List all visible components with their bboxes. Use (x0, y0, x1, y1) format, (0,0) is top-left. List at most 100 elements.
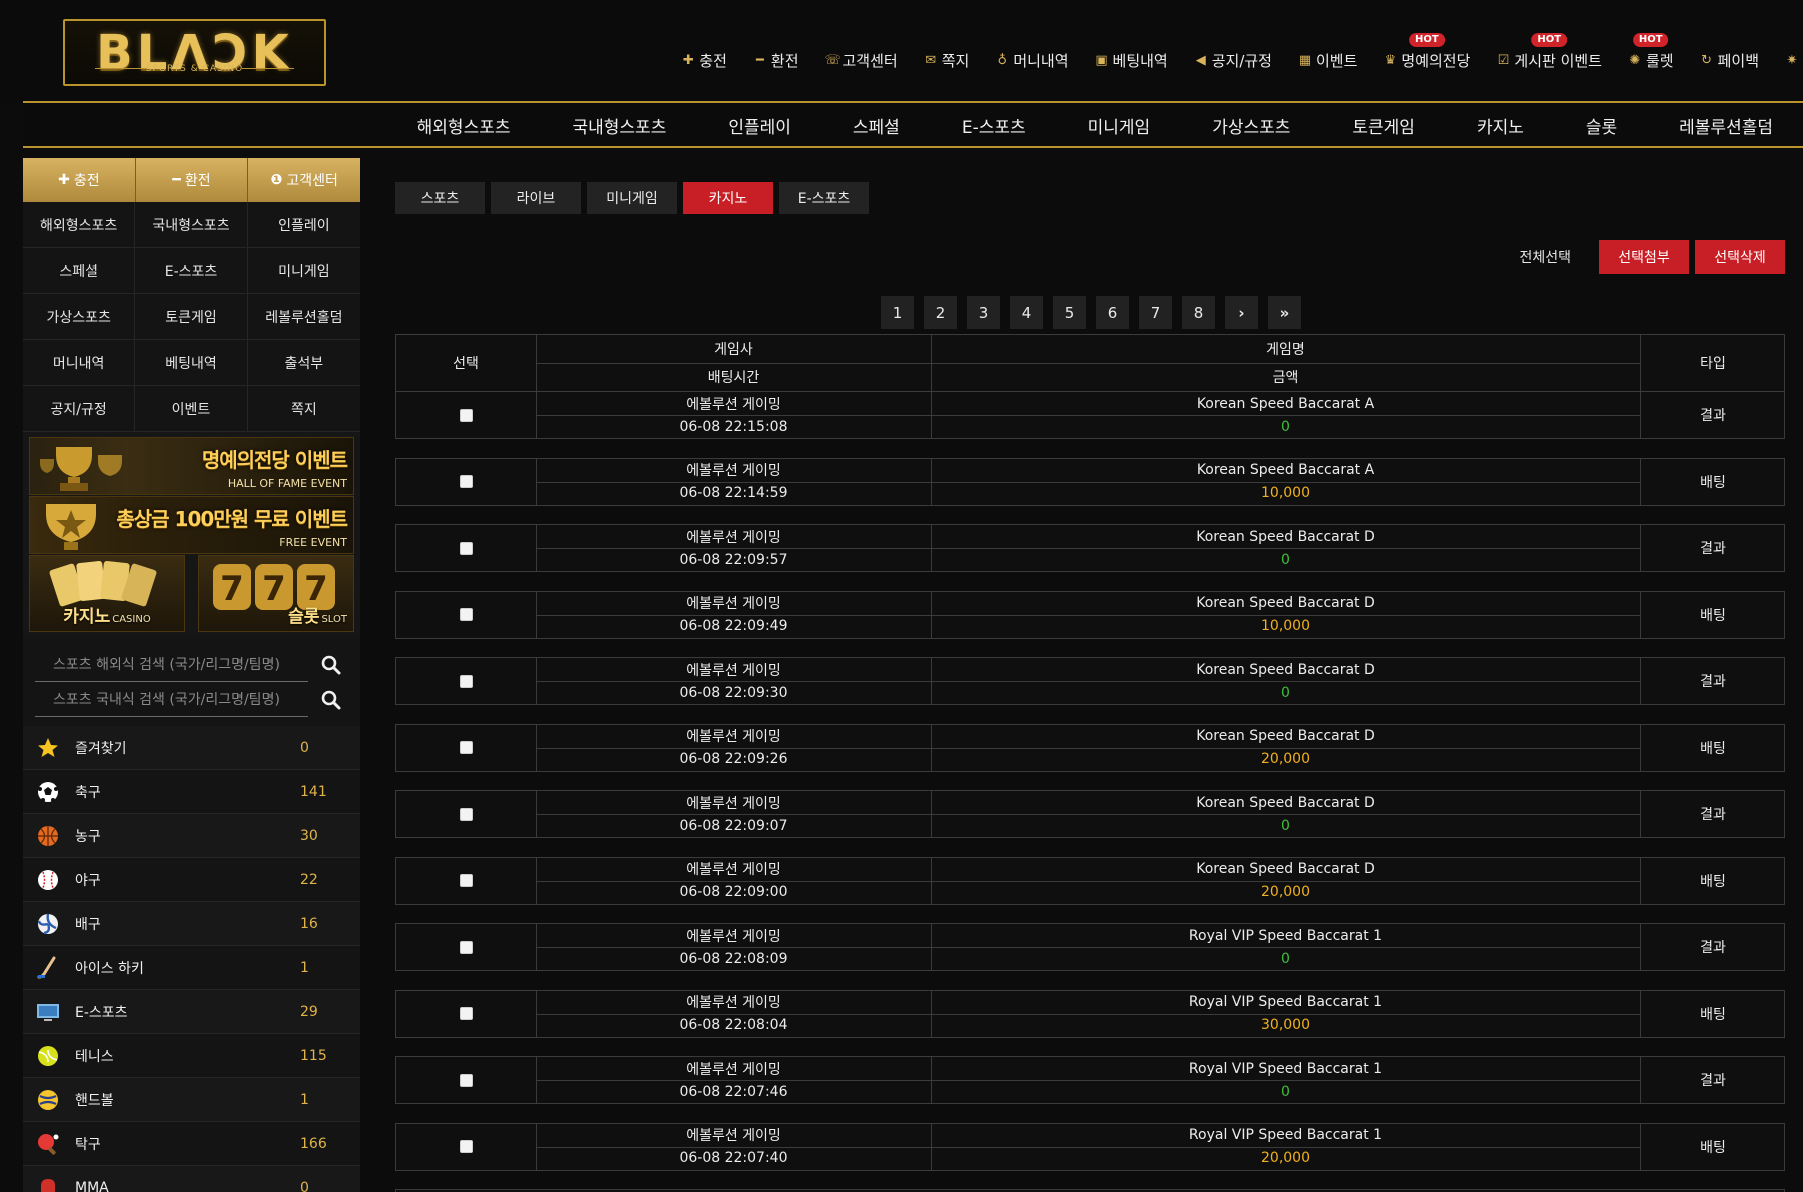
top-link-6[interactable]: ◀ 공지/규정 (1194, 50, 1272, 71)
page-button[interactable]: › (1225, 296, 1258, 329)
row-checkbox[interactable] (459, 874, 473, 887)
page-button[interactable]: 1 (881, 296, 914, 329)
sidebar-menu-item[interactable]: 출석부 (247, 340, 360, 386)
bet-amount: 0 (1281, 817, 1290, 834)
page-button[interactable]: 4 (1010, 296, 1043, 329)
tab-1[interactable]: 라이브 (491, 182, 581, 214)
top-link-8[interactable]: HOT ♛ 명예의전당 (1383, 32, 1471, 71)
sidebar-menu-item[interactable]: 해외형스포츠 (23, 202, 136, 248)
row-checkbox[interactable] (459, 807, 473, 821)
sidebar-button-0[interactable]: ✚ 충전 (23, 158, 136, 202)
tab-0[interactable]: 스포츠 (395, 182, 485, 214)
tab-4[interactable]: E-스포츠 (779, 182, 869, 214)
row-checkbox[interactable] (459, 1007, 473, 1020)
top-link-label: 명예의전당 (1401, 51, 1471, 70)
top-link-5[interactable]: ▣ 베팅내역 (1095, 50, 1167, 71)
main-nav-item[interactable]: 인플레이 (728, 113, 791, 138)
overseas-search-input[interactable] (35, 648, 308, 682)
top-link-2[interactable]: ☏ 고객센터 (825, 50, 898, 71)
top-link-1[interactable]: ━ 환전 (753, 50, 799, 71)
sidebar-menu-item[interactable]: 베팅내역 (135, 340, 248, 386)
search-icon[interactable] (320, 654, 342, 676)
page-button[interactable]: 3 (967, 296, 1000, 329)
sidebar-menu-item[interactable]: 국내형스포츠 (135, 202, 248, 248)
main-nav-item[interactable]: 국내형스포츠 (573, 113, 667, 138)
top-link-more[interactable]: ✷ (1785, 53, 1803, 68)
sport-item[interactable]: 배구 16 (23, 902, 360, 946)
bet-time: 06-08 22:09:57 (679, 551, 788, 568)
row-select-cell (396, 1124, 536, 1170)
hall-of-fame-banner[interactable]: 명예의전당 이벤트 HALL OF FAME EVENT (29, 437, 354, 495)
sidebar-menu-item[interactable]: 스페셜 (23, 248, 136, 294)
main-nav-item[interactable]: E-스포츠 (962, 113, 1026, 138)
top-link-11[interactable]: ↻ 페이백 (1700, 50, 1759, 71)
sidebar-menu-item[interactable]: 토큰게임 (135, 294, 248, 340)
main-nav-item[interactable]: 해외형스포츠 (417, 113, 511, 138)
tab-3[interactable]: 카지노 (683, 182, 773, 214)
top-link-4[interactable]: ♁ 머니내역 (995, 50, 1069, 71)
select-all-link[interactable]: 전체선택 (1519, 247, 1571, 267)
main-nav-item[interactable]: 슬롯 (1586, 113, 1617, 138)
row-checkbox[interactable] (459, 608, 473, 621)
provider-name: 에볼루션 게이밍 (686, 396, 781, 413)
sidebar-menu-item[interactable]: E-스포츠 (135, 248, 248, 294)
sidebar-menu-item[interactable]: 레볼루션홀덤 (247, 294, 360, 340)
domestic-search-input[interactable] (35, 683, 308, 717)
page-button[interactable]: 7 (1139, 296, 1172, 329)
page-button[interactable]: 6 (1096, 296, 1129, 329)
search-icon[interactable] (320, 689, 342, 711)
casino-banner[interactable]: 카지노 CASINO (29, 555, 185, 632)
bet-time: 06-08 22:07:46 (679, 1083, 788, 1100)
sport-item[interactable]: 아이스 하키 1 (23, 946, 360, 990)
delete-selected-button[interactable]: 선택삭제 (1695, 240, 1785, 274)
bet-time: 06-08 22:09:07 (679, 817, 788, 834)
free-event-banner[interactable]: 총상금 100만원 무료 이벤트 FREE EVENT (29, 496, 354, 554)
sport-item[interactable]: 탁구 166 (23, 1122, 360, 1166)
sidebar-menu-item[interactable]: 인플레이 (247, 202, 360, 248)
page-button[interactable]: 5 (1053, 296, 1086, 329)
row-checkbox[interactable] (459, 674, 473, 688)
row-checkbox[interactable] (459, 741, 473, 754)
page-button[interactable]: 2 (924, 296, 957, 329)
row-checkbox[interactable] (459, 1140, 473, 1153)
sidebar-menu-item[interactable]: 가상스포츠 (23, 294, 136, 340)
sidebar-button-1[interactable]: ━ 환전 (135, 158, 249, 202)
sidebar-button-2[interactable]: ❶ 고객센터 (248, 158, 361, 202)
page-button[interactable]: » (1268, 296, 1301, 329)
sidebar-menu-item[interactable]: 이벤트 (135, 386, 248, 432)
sport-item[interactable]: 야구 22 (23, 858, 360, 902)
sport-item[interactable]: 즐겨찾기 0 (23, 726, 360, 770)
top-link-7[interactable]: ▦ 이벤트 (1298, 50, 1358, 71)
row-checkbox[interactable] (459, 475, 473, 488)
site-logo[interactable]: BLΛƆK SPORTS & CASINO (63, 19, 326, 86)
top-link-10[interactable]: HOT ✺ 룰렛 (1628, 32, 1674, 71)
top-link-9[interactable]: HOT ☑ 게시판 이벤트 (1496, 32, 1602, 71)
sport-item[interactable]: 축구 141 (23, 770, 360, 814)
attach-selected-button[interactable]: 선택첨부 (1599, 240, 1689, 274)
sport-item[interactable]: 농구 30 (23, 814, 360, 858)
main-nav-item[interactable]: 레볼루션홀덤 (1679, 113, 1773, 138)
row-checkbox[interactable] (459, 1073, 473, 1087)
sidebar-menu-item[interactable]: 쪽지 (247, 386, 360, 432)
top-link-3[interactable]: ✉ 쪽지 (924, 50, 969, 71)
sport-item[interactable]: 핸드볼 1 (23, 1078, 360, 1122)
sidebar-button-label: 충전 (73, 173, 100, 189)
sidebar-menu-item[interactable]: 머니내역 (23, 340, 136, 386)
main-nav-item[interactable]: 가상스포츠 (1212, 113, 1290, 138)
slot-banner[interactable]: 7 7 7 슬롯 SLOT (198, 555, 354, 632)
main-nav-item[interactable]: 토큰게임 (1352, 113, 1415, 138)
main-nav-item[interactable]: 카지노 (1477, 113, 1524, 138)
row-checkbox[interactable] (459, 541, 473, 555)
row-checkbox[interactable] (459, 940, 473, 954)
sidebar-menu-item[interactable]: 미니게임 (247, 248, 360, 294)
main-nav-item[interactable]: 미니게임 (1088, 113, 1151, 138)
top-link-0[interactable]: ✚ 충전 (681, 50, 727, 71)
main-nav-item[interactable]: 스페셜 (853, 113, 900, 138)
page-button[interactable]: 8 (1182, 296, 1215, 329)
sport-item[interactable]: MMA 0 (23, 1166, 360, 1192)
row-checkbox[interactable] (459, 408, 473, 422)
sport-item[interactable]: E-스포츠 29 (23, 990, 360, 1034)
sidebar-menu-item[interactable]: 공지/규정 (23, 386, 136, 432)
tab-2[interactable]: 미니게임 (587, 182, 677, 214)
sport-item[interactable]: 테니스 115 (23, 1034, 360, 1078)
